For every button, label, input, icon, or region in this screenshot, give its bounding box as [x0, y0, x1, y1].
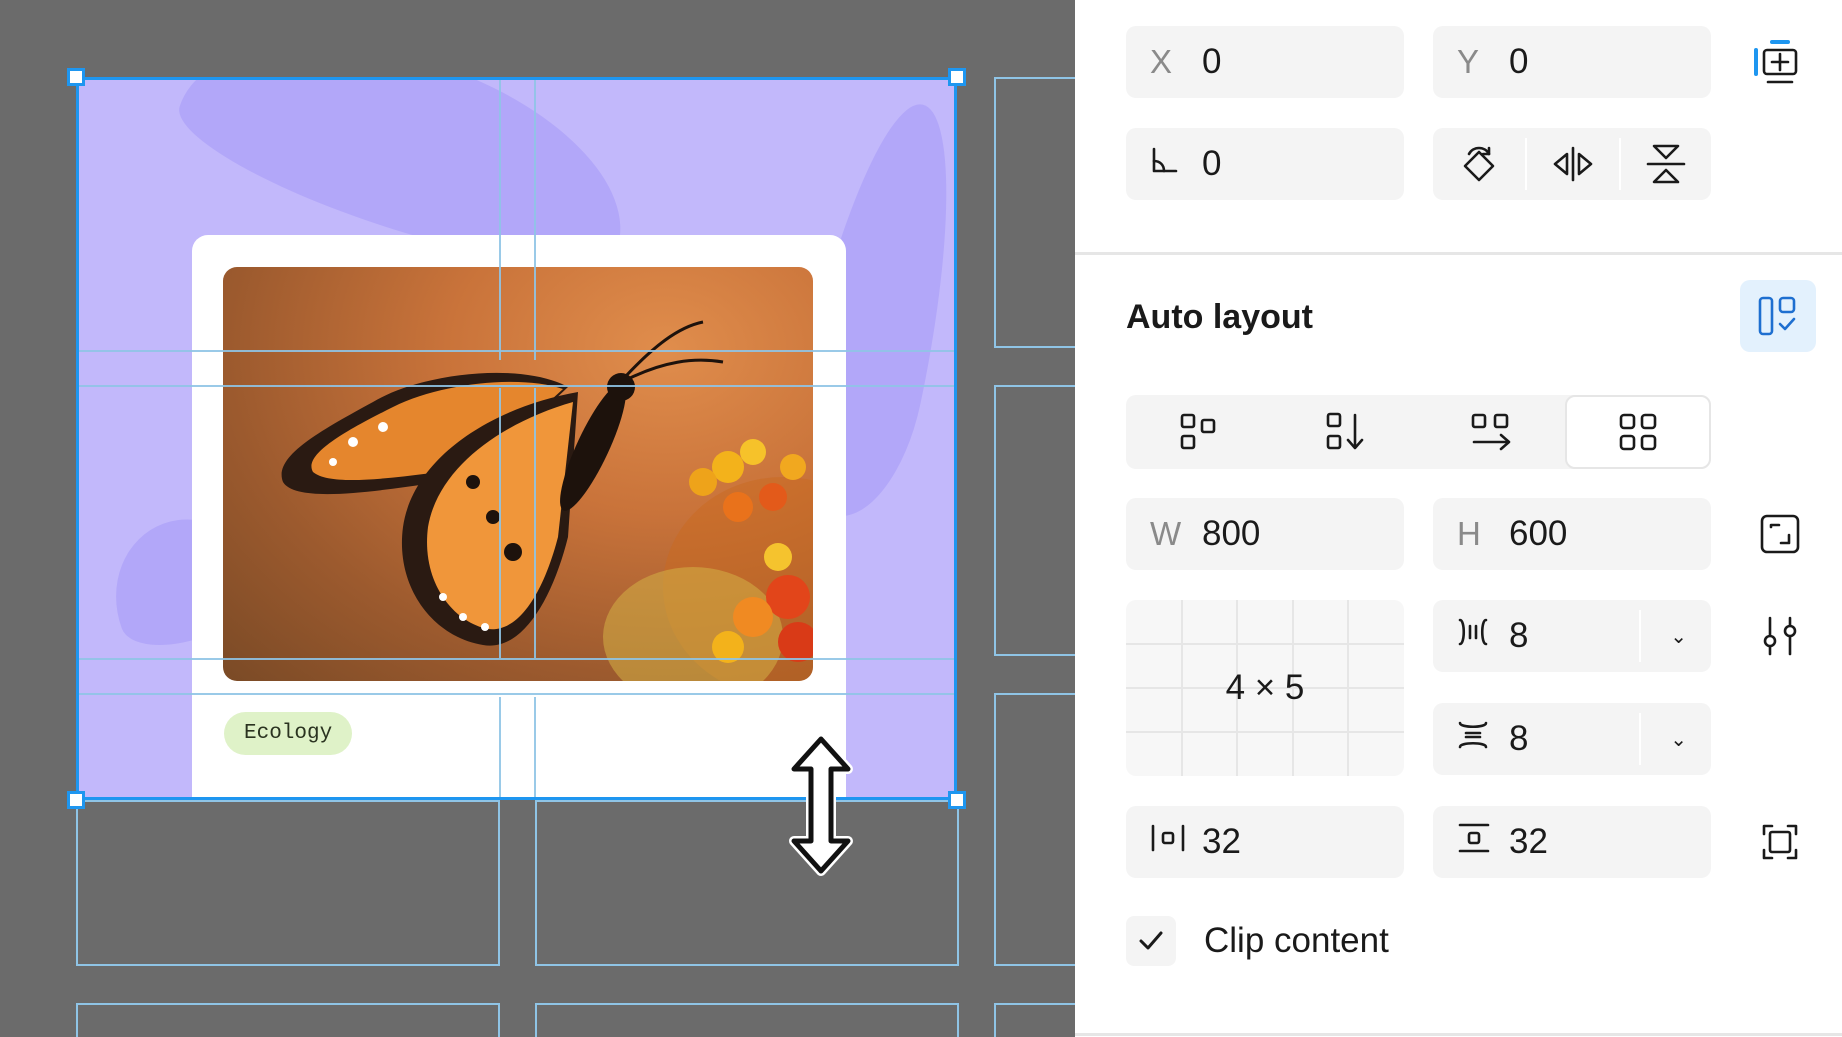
rotation-field[interactable]: 0	[1126, 128, 1404, 200]
vertical-padding-value: 32	[1509, 822, 1548, 861]
horizontal-padding-value: 32	[1202, 822, 1241, 861]
y-value: 0	[1509, 42, 1529, 81]
direction-grid-option[interactable]	[1565, 395, 1711, 469]
layout-grid-line	[79, 350, 954, 352]
resize-handle-top-left[interactable]	[67, 68, 85, 86]
horizontal-padding-field[interactable]: 32	[1126, 806, 1404, 878]
height-field[interactable]: H 600	[1433, 498, 1711, 570]
layout-grid-line	[499, 388, 501, 658]
layout-grid-line	[79, 693, 954, 695]
butterfly-photo	[223, 267, 813, 681]
separator	[1639, 610, 1641, 662]
rotation-angle-icon	[1150, 145, 1194, 183]
clip-content-checkbox[interactable]	[1126, 916, 1176, 966]
layout-grid-line	[499, 697, 501, 797]
width-field[interactable]: W 800	[1126, 498, 1404, 570]
grid-layout-icon	[1619, 413, 1657, 451]
rotate-90-button[interactable]	[1433, 128, 1525, 200]
grid-cell	[535, 800, 959, 966]
y-position-field[interactable]: Y 0	[1433, 26, 1711, 98]
x-value: 0	[1202, 42, 1222, 81]
layout-grid-line	[534, 697, 536, 797]
layout-grid-line	[79, 658, 954, 660]
grid-cell	[76, 1003, 500, 1037]
vertical-layout-icon	[1326, 412, 1364, 450]
individual-padding-icon	[1762, 824, 1798, 860]
grid-cell	[535, 1003, 959, 1037]
flip-horizontal-icon	[1553, 146, 1593, 182]
x-position-field[interactable]: X 0	[1126, 26, 1404, 98]
flip-vertical-button[interactable]	[1621, 128, 1711, 200]
direction-vertical-option[interactable]	[1272, 395, 1418, 469]
resize-to-fit-icon	[1760, 514, 1800, 554]
grid-cell	[994, 77, 1075, 348]
row-gap-value: 8	[1509, 719, 1529, 758]
resize-handle-bottom-right[interactable]	[948, 791, 966, 809]
design-canvas[interactable]: Ecology	[0, 0, 1075, 1037]
y-label: Y	[1457, 43, 1480, 80]
resize-handle-bottom-left[interactable]	[67, 791, 85, 809]
width-label: W	[1150, 515, 1182, 552]
vertical-padding-field[interactable]: 32	[1433, 806, 1711, 878]
individual-padding-button[interactable]	[1750, 812, 1810, 872]
section-divider	[1075, 1033, 1842, 1036]
height-value: 600	[1509, 514, 1568, 553]
height-label: H	[1457, 515, 1481, 552]
section-divider	[1075, 252, 1842, 255]
x-label: X	[1150, 43, 1173, 80]
constraints-button[interactable]	[1745, 32, 1805, 92]
grid-rows-columns-value: 4 × 5	[1225, 668, 1305, 707]
transform-buttons-group	[1433, 128, 1711, 200]
horizontal-padding-icon	[1150, 823, 1194, 861]
direction-wrap-option[interactable]	[1126, 395, 1272, 469]
column-gap-field[interactable]: 8 ⌄	[1433, 600, 1711, 672]
grid-rows-columns-picker[interactable]: 4 × 5	[1126, 600, 1404, 776]
layout-direction-control	[1126, 395, 1711, 469]
rotation-value: 0	[1202, 144, 1222, 183]
separator	[1639, 713, 1641, 765]
grid-cell	[994, 385, 1075, 656]
flip-vertical-icon	[1646, 144, 1686, 184]
layout-grid-line	[534, 80, 536, 360]
auto-layout-toggle-button[interactable]	[1740, 280, 1816, 352]
grid-cell	[994, 1003, 1075, 1037]
properties-panel: X 0 Y 0 0 Auto layout W 800 H 600 4 × 5 …	[1075, 0, 1842, 1037]
ecology-tag[interactable]: Ecology	[224, 712, 353, 755]
rotate-icon	[1463, 146, 1495, 182]
wrap-layout-icon	[1180, 413, 1216, 450]
flip-horizontal-button[interactable]	[1527, 128, 1619, 200]
layout-grid-line	[499, 80, 501, 360]
row-gap-icon	[1457, 720, 1501, 758]
vertical-padding-icon	[1457, 822, 1501, 862]
checkmark-icon	[1139, 931, 1163, 950]
horizontal-layout-icon	[1471, 413, 1511, 451]
width-value: 800	[1202, 514, 1261, 553]
resize-to-fit-button[interactable]	[1750, 504, 1810, 564]
row-gap-field[interactable]: 8 ⌄	[1433, 703, 1711, 775]
layout-grid-line	[79, 385, 954, 387]
constraints-icon	[1754, 40, 1798, 84]
layout-grid-line	[534, 388, 536, 658]
auto-layout-title: Auto layout	[1126, 298, 1313, 336]
selected-frame[interactable]: Ecology	[76, 77, 957, 800]
chevron-down-icon[interactable]: ⌄	[1670, 624, 1687, 649]
column-gap-value: 8	[1509, 616, 1529, 655]
column-gap-icon	[1457, 617, 1501, 655]
grid-cell	[76, 800, 500, 966]
direction-horizontal-option[interactable]	[1418, 395, 1564, 469]
layout-settings-button[interactable]	[1750, 606, 1810, 666]
sliders-icon	[1763, 616, 1797, 656]
vertical-resize-cursor-icon	[789, 734, 853, 876]
chevron-down-icon[interactable]: ⌄	[1670, 727, 1687, 752]
grid-cell	[994, 693, 1075, 966]
content-card[interactable]: Ecology	[192, 235, 846, 797]
clip-content-label[interactable]: Clip content	[1204, 921, 1389, 961]
resize-handle-top-right[interactable]	[948, 68, 966, 86]
auto-layout-icon	[1758, 296, 1796, 336]
